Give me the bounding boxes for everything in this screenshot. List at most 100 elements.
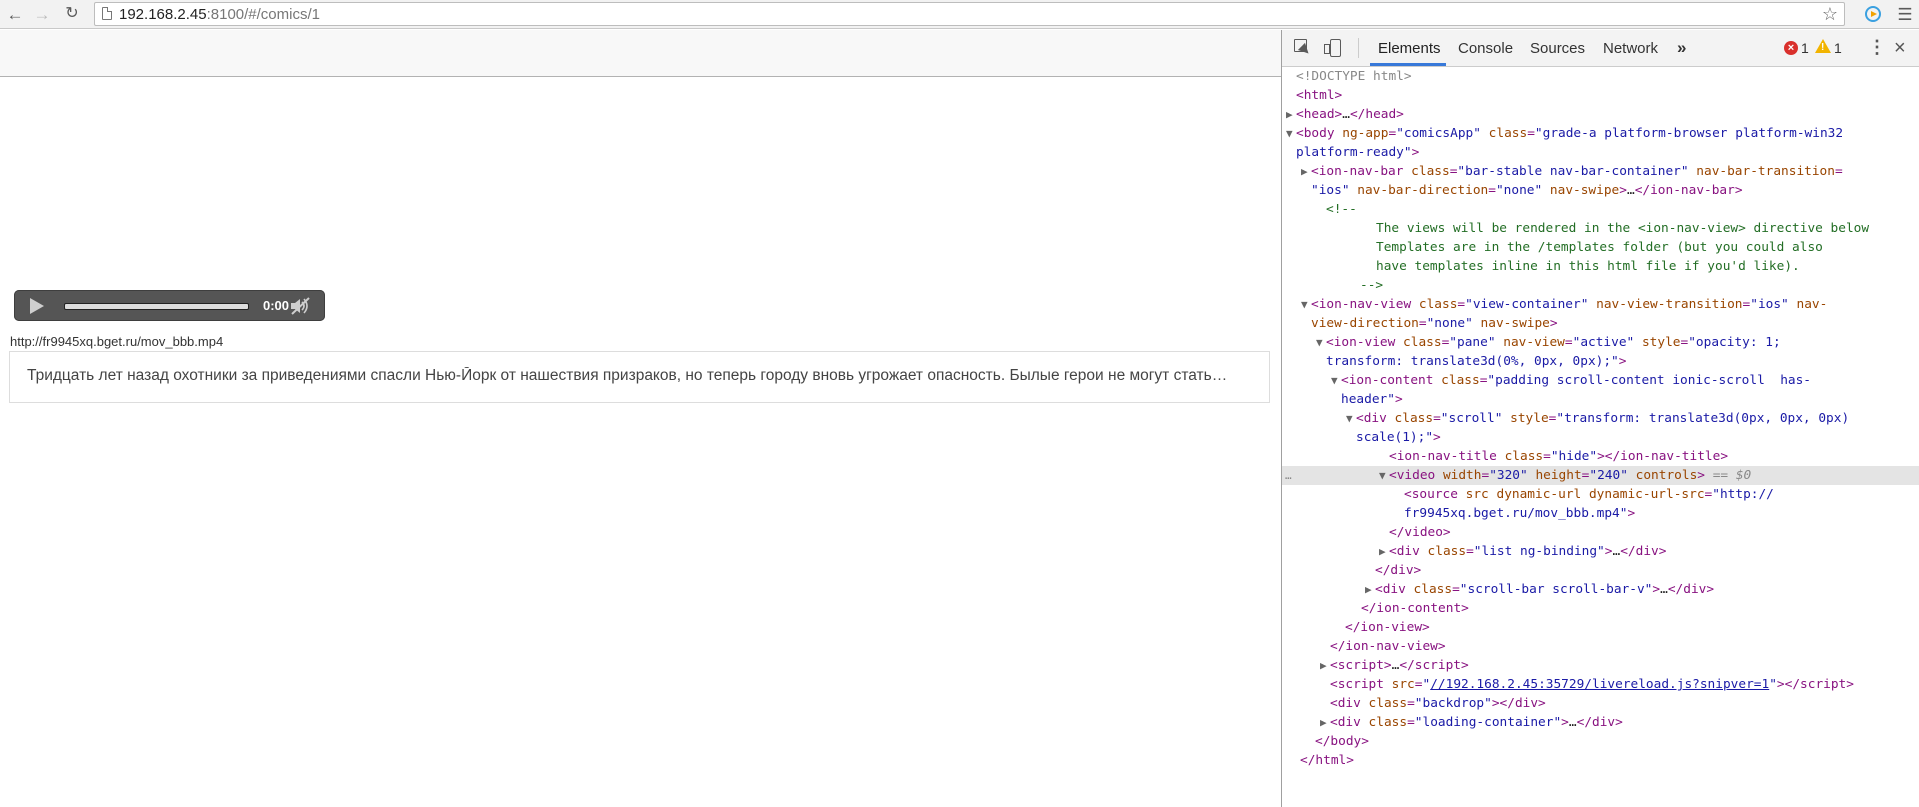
video-progress-bar[interactable] xyxy=(64,303,249,310)
expand-triangle-icon[interactable]: ▶ xyxy=(1320,713,1327,732)
dom-node-line[interactable]: view-direction="none" nav-swipe> xyxy=(1282,314,1919,333)
tab-elements[interactable]: Elements xyxy=(1378,40,1441,57)
close-icon[interactable]: × xyxy=(1894,37,1906,60)
dom-node-line[interactable]: </body> xyxy=(1282,732,1919,751)
devtools-menu-icon[interactable]: ⋮ xyxy=(1868,38,1886,56)
devtools-panel: Elements Console Sources Network » × 1 !… xyxy=(1281,30,1919,807)
inspect-element-icon[interactable] xyxy=(1294,39,1313,58)
elements-dom-tree[interactable]: <!DOCTYPE html> <html> ▶ <head>…</head> ▼ <bo… xyxy=(1282,66,1919,807)
tab-network[interactable]: Network xyxy=(1603,40,1658,57)
dom-node-text: </div> xyxy=(1375,563,1422,578)
node-actions-icon[interactable]: … xyxy=(1285,466,1292,485)
dom-node-line[interactable]: Templates are in the /templates folder (… xyxy=(1282,238,1919,257)
extension-icon[interactable] xyxy=(1863,4,1883,24)
dom-node-line[interactable]: ▼ <ion-view class="pane" nav-view="active… xyxy=(1282,333,1919,352)
back-arrow-icon[interactable]: ← xyxy=(5,4,25,24)
warning-icon[interactable]: ! xyxy=(1815,39,1831,53)
dom-node-text: </body> xyxy=(1315,734,1369,749)
address-bar[interactable]: 192.168.2.45:8100/#/comics/1 ☆ xyxy=(94,2,1845,26)
dom-node-line[interactable]: "ios" nav-bar-direction="none" nav-swipe… xyxy=(1282,181,1919,200)
dom-node-line[interactable]: scale(1);"> xyxy=(1282,428,1919,447)
dom-node-line[interactable]: ▶ <div class="loading-container">…</div> xyxy=(1282,713,1919,732)
collapse-triangle-icon[interactable]: ▼ xyxy=(1301,295,1308,314)
dom-node-line[interactable]: <div class="backdrop"></div> xyxy=(1282,694,1919,713)
dom-node-line[interactable]: <ion-nav-title class="hide"></ion-nav-ti… xyxy=(1282,447,1919,466)
dom-node-text: <ion-content class="padding scroll-conte… xyxy=(1341,373,1812,388)
tab-console[interactable]: Console xyxy=(1458,40,1513,57)
forward-arrow-icon[interactable]: → xyxy=(32,4,52,24)
dom-node-text: <ion-nav-bar class="bar-stable nav-bar-c… xyxy=(1311,164,1843,179)
dom-node-line[interactable]: ▶ <div class="list ng-binding">…</div> xyxy=(1282,542,1919,561)
dom-node-line[interactable]: fr9945xq.bget.ru/mov_bbb.mp4"> xyxy=(1282,504,1919,523)
dom-node-text: <ion-nav-title class="hide"></ion-nav-ti… xyxy=(1389,449,1729,464)
dom-node-line[interactable]: ▶ <ion-nav-bar class="bar-stable nav-bar-… xyxy=(1282,162,1919,181)
dom-node-line[interactable]: <source src dynamic-url dynamic-url-src=… xyxy=(1282,485,1919,504)
dom-node-line[interactable]: <!-- xyxy=(1282,200,1919,219)
dom-node-line[interactable]: </ion-view> xyxy=(1282,618,1919,637)
video-player[interactable]: 0:00 xyxy=(14,290,325,321)
dom-node-line[interactable]: </video> xyxy=(1282,523,1919,542)
dom-node-line[interactable]: ▶ <div class="scroll-bar scroll-bar-v">…<… xyxy=(1282,580,1919,599)
dom-node-line[interactable]: platform-ready"> xyxy=(1282,143,1919,162)
dom-node-text: The views will be rendered in the <ion-n… xyxy=(1376,221,1870,236)
warning-count[interactable]: 1 xyxy=(1834,40,1842,56)
url-text[interactable]: 192.168.2.45:8100/#/comics/1 xyxy=(119,6,320,23)
play-icon[interactable] xyxy=(30,298,44,314)
dom-node-line[interactable]: ▼ <div class="scroll" style="transform: t… xyxy=(1282,409,1919,428)
expand-triangle-icon[interactable]: ▶ xyxy=(1301,162,1308,181)
dom-node-line[interactable]: ▼ <ion-content class="padding scroll-cont… xyxy=(1282,371,1919,390)
dom-node-line[interactable]: </ion-nav-view> xyxy=(1282,637,1919,656)
expand-triangle-icon[interactable]: ▶ xyxy=(1365,580,1372,599)
dom-node-line[interactable]: have templates inline in this html file … xyxy=(1282,257,1919,276)
dom-node-text: have templates inline in this html file … xyxy=(1376,259,1800,274)
dom-node-line[interactable]: </ion-content> xyxy=(1282,599,1919,618)
dom-node-text: view-direction="none" nav-swipe> xyxy=(1311,316,1558,331)
video-time: 0:00 xyxy=(262,298,289,313)
dom-node-text: <div class="loading-container">…</div> xyxy=(1330,715,1623,730)
dom-node-line[interactable]: ▼ <ion-nav-view class="view-container" na… xyxy=(1282,295,1919,314)
collapse-triangle-icon[interactable]: ▼ xyxy=(1346,409,1353,428)
browser-toolbar: ← → ↻ 192.168.2.45:8100/#/comics/1 ☆ ☰ xyxy=(0,0,1919,29)
error-icon[interactable]: × xyxy=(1784,41,1798,55)
expand-triangle-icon[interactable]: ▶ xyxy=(1320,656,1327,675)
dom-node-text: </ion-view> xyxy=(1345,620,1430,635)
collapse-triangle-icon[interactable]: ▼ xyxy=(1379,466,1386,485)
dom-node-line[interactable]: </div> xyxy=(1282,561,1919,580)
dom-node-text: <head>…</head> xyxy=(1296,107,1404,122)
dom-node-selected[interactable]: … ▼ <video width="320" height="240" contro… xyxy=(1282,466,1919,485)
dom-node-text: header"> xyxy=(1341,392,1403,407)
tab-sources[interactable]: Sources xyxy=(1530,40,1585,57)
dom-node-text: <ion-nav-view class="view-container" nav… xyxy=(1311,297,1828,312)
dom-node-line[interactable]: <!DOCTYPE html> xyxy=(1282,67,1919,86)
dom-node-line[interactable]: header"> xyxy=(1282,390,1919,409)
dom-node-line[interactable]: transform: translate3d(0%, 0px, 0px);"> xyxy=(1282,352,1919,371)
dom-node-text: <ion-view class="pane" nav-view="active"… xyxy=(1326,335,1781,350)
dom-node-line[interactable]: The views will be rendered in the <ion-n… xyxy=(1282,219,1919,238)
collapse-triangle-icon[interactable]: ▼ xyxy=(1331,371,1338,390)
device-toolbar-icon[interactable] xyxy=(1324,39,1342,57)
url-host: 192.168.2.45 xyxy=(119,6,207,23)
dom-node-text: <!DOCTYPE html> xyxy=(1296,69,1412,84)
collapse-triangle-icon[interactable]: ▼ xyxy=(1316,333,1323,352)
expand-triangle-icon[interactable]: ▶ xyxy=(1286,105,1293,124)
error-count[interactable]: 1 xyxy=(1801,40,1809,56)
browser-menu-icon[interactable]: ☰ xyxy=(1895,4,1915,24)
muted-volume-icon[interactable] xyxy=(289,296,311,316)
collapse-triangle-icon[interactable]: ▼ xyxy=(1286,124,1293,143)
dom-node-line[interactable]: ▼ <body ng-app="comicsApp" class="grade-a… xyxy=(1282,124,1919,143)
dom-node-line[interactable]: </html> xyxy=(1282,751,1919,770)
dom-node-line[interactable]: <script src="//192.168.2.45:35729/livere… xyxy=(1282,675,1919,694)
comic-description-item[interactable]: Тридцать лет назад охотники за приведени… xyxy=(9,351,1270,403)
more-tabs-icon[interactable]: » xyxy=(1677,38,1686,58)
expand-triangle-icon[interactable]: ▶ xyxy=(1379,542,1386,561)
dom-node-text: <script src="//192.168.2.45:35729/livere… xyxy=(1330,677,1854,692)
dom-node-line[interactable]: ▶ <head>…</head> xyxy=(1282,105,1919,124)
dom-node-text: Templates are in the /templates folder (… xyxy=(1376,240,1823,255)
dom-node-line[interactable]: ▶ <script>…</script> xyxy=(1282,656,1919,675)
dom-node-line[interactable]: <html> xyxy=(1282,86,1919,105)
bookmark-star-icon[interactable]: ☆ xyxy=(1822,4,1838,25)
devtools-tabbar: Elements Console Sources Network » × 1 !… xyxy=(1282,30,1919,67)
reload-icon[interactable]: ↻ xyxy=(62,4,82,24)
dom-node-line[interactable]: --> xyxy=(1282,276,1919,295)
dom-node-text: </html> xyxy=(1300,753,1354,768)
